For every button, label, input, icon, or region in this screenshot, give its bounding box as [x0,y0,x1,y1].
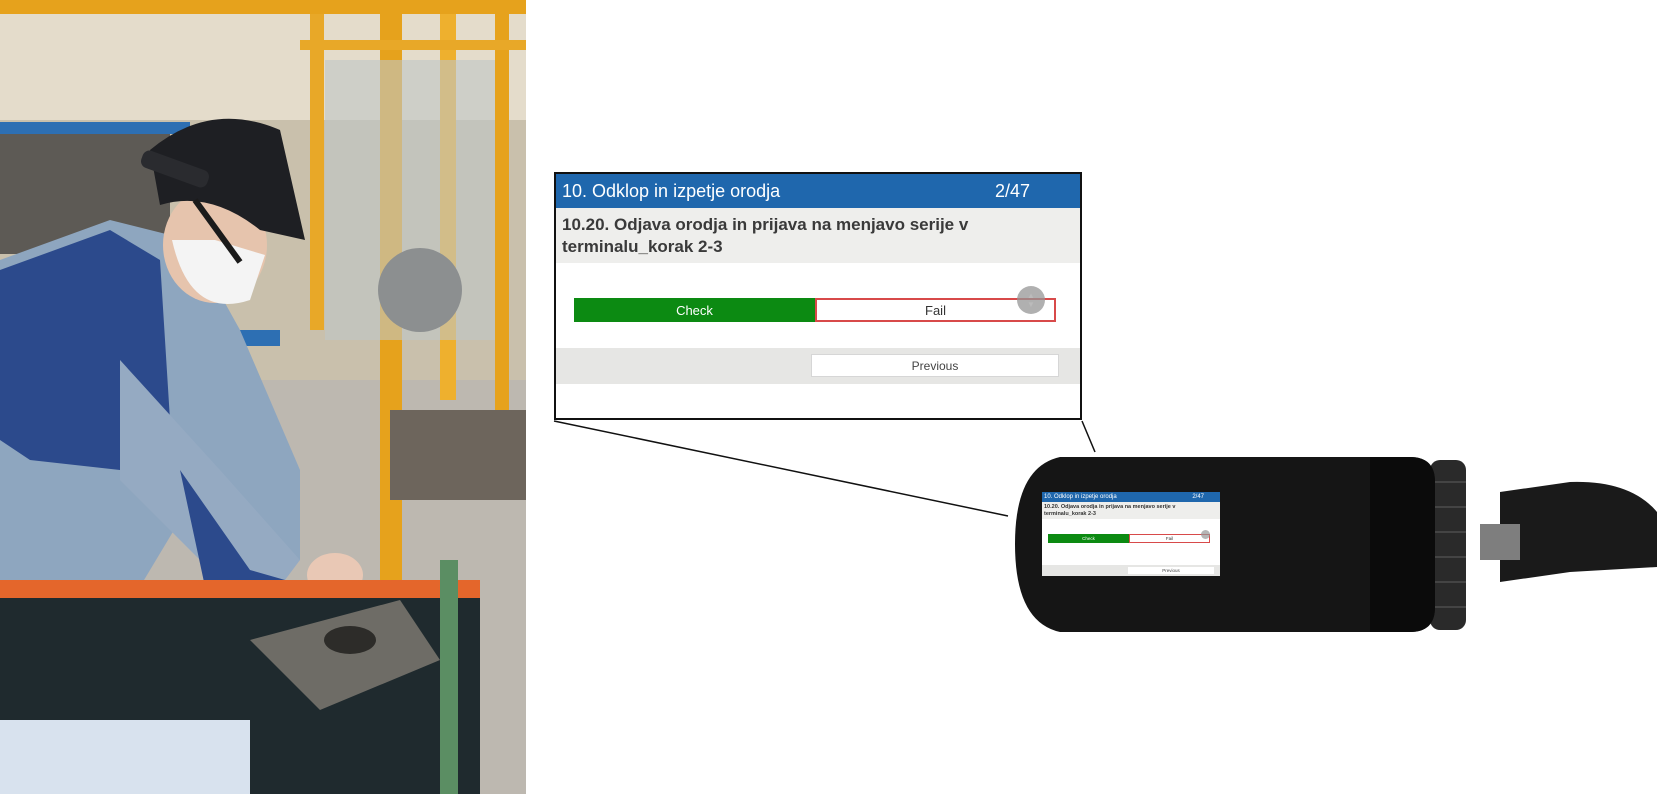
chevron-up-icon: ▲ [1027,291,1035,300]
worker-photo-illustration [0,0,526,794]
canvas: 10. Odklop in izpetje orodja 2/47 10.20.… [0,0,1657,794]
device-screen-header: 10. Odklop in izpetje orodja 2/47 [1042,492,1220,502]
zoomed-screen: 10. Odklop in izpetje orodja 2/47 10.20.… [554,172,1082,420]
device-check-button[interactable]: Check [1048,534,1129,543]
device-previous-button[interactable]: Previous [1128,567,1214,574]
device-section-title: 10. Odklop in izpetje orodja [1044,494,1117,500]
device-check-fail-toggle: Check Fail [1048,534,1210,543]
screen-header: 10. Odklop in izpetje orodja 2/47 [556,174,1080,208]
chevron-down-icon: ▼ [1027,300,1035,309]
previous-button[interactable]: Previous [811,354,1059,377]
device-progress-counter: 2/47 [1192,494,1204,500]
section-title: 10. Odklop in izpetje orodja [562,180,781,201]
device-scroll-indicator-icon[interactable] [1201,530,1210,539]
check-button[interactable]: Check [574,298,815,322]
device-step-title: 10.20. Odjava orodja in prijava na menja… [1042,502,1220,519]
check-fail-toggle: Check Fail [574,298,1056,322]
screen-body: Check Fail ▲ ▼ Previous [556,263,1080,384]
device-screen-footer: Previous [1042,565,1220,576]
progress-counter: 2/47 [994,180,1030,201]
step-title: 10.20. Odjava orodja in prijava na menja… [556,208,1080,263]
device-screen: 10. Odklop in izpetje orodja 2/47 10.20.… [1042,492,1220,576]
screen-footer: Previous [556,348,1080,384]
worker-photo [0,0,526,794]
scroll-indicator-icon[interactable]: ▲ ▼ [1017,286,1045,314]
device-fail-button[interactable]: Fail [1129,534,1210,543]
